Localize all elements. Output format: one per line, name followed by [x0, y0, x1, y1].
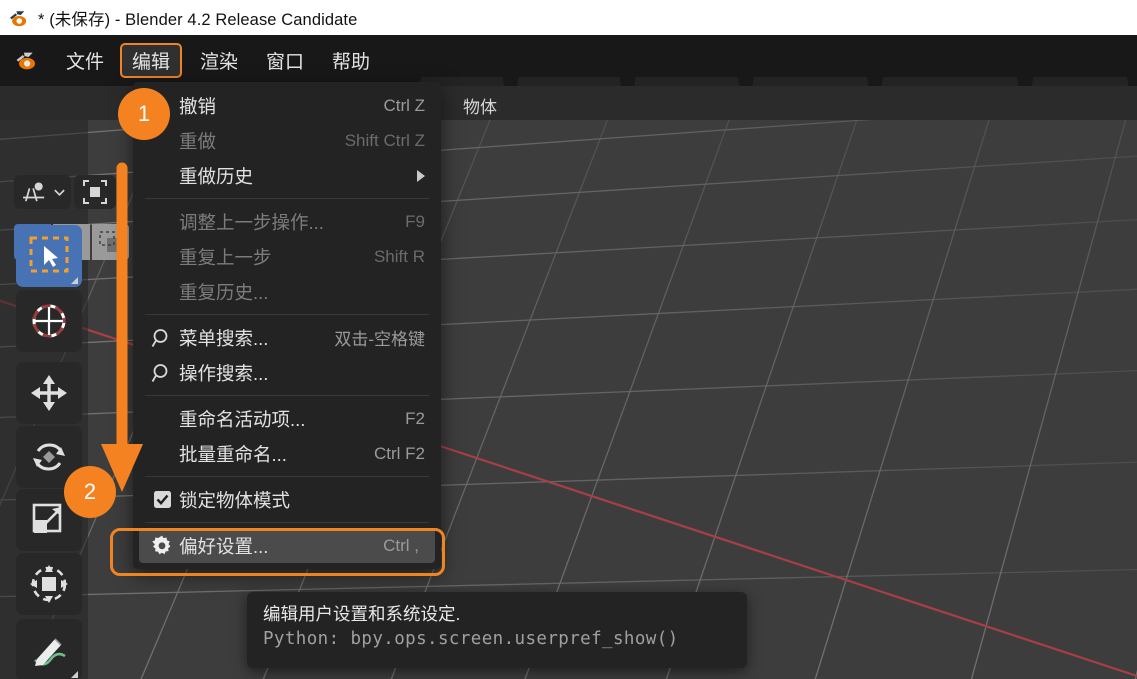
tool-expand-corner[interactable] [71, 671, 78, 678]
tool-shelf [0, 120, 129, 679]
menu-item-redo: 重做 Shift Ctrl Z [133, 123, 441, 158]
menu-item-preferences-shortcut: Ctrl , [383, 535, 419, 555]
menu-render-label: 渲染 [200, 52, 239, 73]
edit-menu-dropdown[interactable]: 撤销 Ctrl Z 重做 Shift Ctrl Z 重做历史 调整上一步操作..… [133, 82, 441, 569]
menu-window[interactable]: 窗口 [256, 43, 314, 78]
menu-item-operator-search[interactable]: 操作搜索... [133, 355, 441, 390]
menu-item-undo-label: 撤销 [179, 95, 217, 117]
menu-item-preferences-label: 偏好设置... [179, 535, 269, 557]
submenu-arrow-icon [417, 169, 425, 182]
gear-icon [145, 534, 179, 558]
menu-help[interactable]: 帮助 [322, 43, 380, 78]
menu-item-undo-history[interactable]: 重做历史 [133, 158, 441, 193]
menu-separator [145, 198, 429, 199]
menu-item-repeat-history: 重复历史... [133, 274, 441, 309]
menu-help-label: 帮助 [332, 52, 371, 73]
tool-annotate[interactable] [16, 619, 82, 679]
window-title-bar: * (未保存) - Blender 4.2 Release Candidate [0, 0, 1137, 35]
tool-expand-corner[interactable] [71, 277, 78, 284]
menu-separator [145, 476, 429, 477]
menu-item-redo-shortcut: Shift Ctrl Z [344, 130, 425, 150]
chevron-down-icon [53, 189, 65, 196]
annotation-badge-1: 1 [118, 88, 170, 140]
menu-item-repeat-last-shortcut: Shift R [373, 246, 425, 266]
menu-item-lock-object-modes-label: 锁定物体模式 [179, 489, 291, 511]
menu-item-undo-shortcut: Ctrl Z [383, 95, 425, 115]
preferences-tooltip: 编辑用户设置和系统设定. Python: bpy.ops.screen.user… [247, 592, 747, 668]
tool-cursor[interactable] [16, 290, 82, 352]
tool-transform[interactable] [16, 553, 82, 615]
menu-item-lock-object-modes[interactable]: 锁定物体模式 [133, 482, 441, 517]
top-menu-bar: 文件 编辑 渲染 窗口 帮助 Layout Modeling Sculpting… [0, 35, 1137, 86]
menu-separator [145, 314, 429, 315]
menu-item-adjust-last-operation: 调整上一步操作... F9 [133, 204, 441, 239]
window-title-text: * (未保存) - Blender 4.2 Release Candidate [38, 10, 358, 29]
menu-item-adjust-last-operation-shortcut: F9 [405, 211, 425, 231]
annotation-badge-2-number: 2 [83, 479, 97, 504]
menu-item-repeat-last: 重复上一步 Shift R [133, 239, 441, 274]
menu-item-undo-history-label: 重做历史 [179, 165, 254, 187]
annotation-badge-1-number: 1 [137, 101, 151, 126]
menu-item-menu-search-label: 菜单搜索... [179, 327, 269, 349]
menu-item-undo[interactable]: 撤销 Ctrl Z [133, 88, 441, 123]
menu-item-batch-rename-label: 批量重命名... [179, 443, 287, 465]
menu-item-rename-active[interactable]: 重命名活动项... F2 [133, 401, 441, 436]
menu-item-batch-rename[interactable]: 批量重命名... Ctrl F2 [133, 436, 441, 471]
menu-separator [145, 395, 429, 396]
menu-item-redo-label: 重做 [179, 130, 217, 152]
menu-item-repeat-last-label: 重复上一步 [179, 246, 272, 268]
menu-file-label: 文件 [66, 52, 105, 73]
menu-edit-label: 编辑 [132, 52, 171, 73]
blender-menu-logo-icon[interactable] [14, 48, 40, 72]
menu-item-menu-search-shortcut: 双击-空格键 [334, 330, 425, 349]
menu-item-repeat-history-label: 重复历史... [179, 281, 269, 303]
tooltip-python-path: Python: bpy.ops.screen.userpref_show() [263, 629, 679, 649]
tool-move[interactable] [16, 362, 82, 424]
menu-file[interactable]: 文件 [56, 43, 114, 78]
viewport-menu-object[interactable]: 物体 [463, 93, 497, 118]
object-mode-icon[interactable] [14, 175, 71, 209]
menu-separator [145, 522, 429, 523]
menu-item-operator-search-label: 操作搜索... [179, 362, 269, 384]
blender-logo-icon [8, 7, 30, 29]
menu-item-adjust-last-operation-label: 调整上一步操作... [179, 211, 324, 233]
menu-window-label: 窗口 [266, 52, 305, 73]
tool-select-box[interactable] [16, 225, 82, 287]
menu-edit[interactable]: 编辑 [120, 43, 183, 78]
annotation-badge-2: 2 [64, 466, 116, 518]
tooltip-description: 编辑用户设置和系统设定. [263, 604, 461, 624]
menu-item-preferences[interactable]: 偏好设置... Ctrl , [139, 528, 435, 563]
down-arrow-annotation-icon [101, 162, 143, 492]
menu-item-batch-rename-shortcut: Ctrl F2 [374, 443, 425, 463]
menu-item-menu-search[interactable]: 菜单搜索... 双击-空格键 [133, 320, 441, 355]
menu-item-rename-active-label: 重命名活动项... [179, 408, 306, 430]
menu-render[interactable]: 渲染 [190, 43, 248, 78]
menu-item-rename-active-shortcut: F2 [405, 408, 425, 428]
